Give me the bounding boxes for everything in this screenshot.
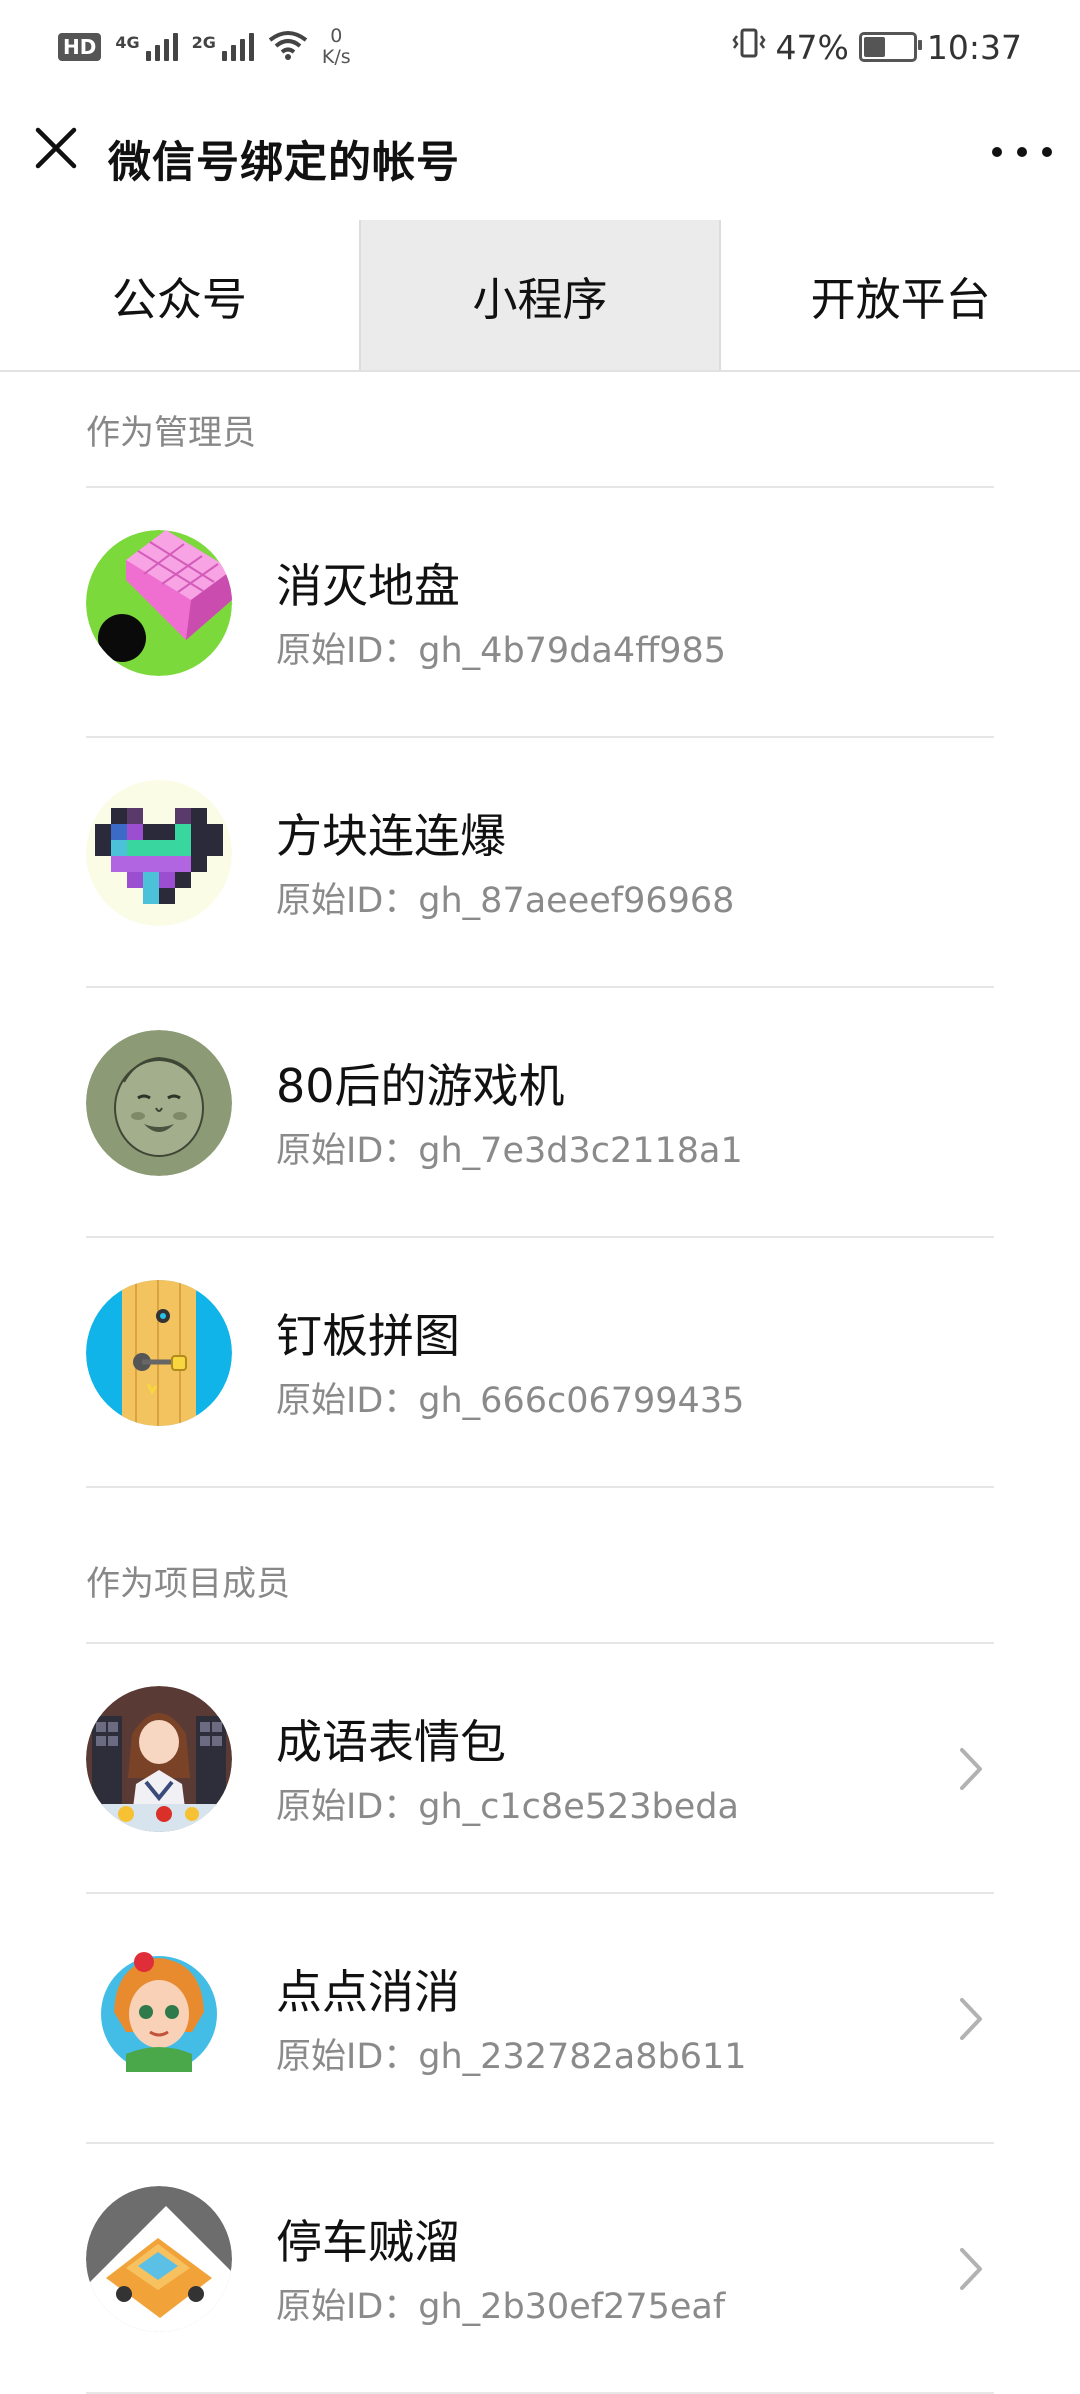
hd-badge: HD <box>58 33 102 61</box>
network-speed: 0 K/s <box>321 25 351 68</box>
item-original-id: 原始ID：gh_c1c8e523beda <box>276 1787 739 1827</box>
pink-cube-avatar-icon <box>86 530 232 676</box>
status-bar: HD 4G 2G 0 K/s 47% 10:37 <box>0 0 1080 92</box>
section-header-admin: 作为管理员 <box>86 372 994 488</box>
item-original-id: 原始ID：gh_2b30ef275eaf <box>276 2287 726 2327</box>
item-original-id: 原始ID：gh_87aeeef96968 <box>276 881 735 921</box>
item-original-id: 原始ID：gh_232782a8b611 <box>276 2037 747 2077</box>
clock: 10:37 <box>926 27 1022 67</box>
wood-board-avatar-icon <box>86 1280 232 1426</box>
status-left: HD 4G 2G 0 K/s <box>58 22 351 72</box>
battery-icon <box>858 32 922 62</box>
list-item[interactable]: 停车贼溜 原始ID：gh_2b30ef275eaf <box>86 2144 994 2394</box>
item-name: 方块连连爆 <box>276 809 506 863</box>
tab-open-platform[interactable]: 开放平台 <box>721 220 1080 370</box>
pixel-heart-avatar-icon <box>86 780 232 926</box>
item-original-id: 原始ID：gh_4b79da4ff985 <box>276 631 727 671</box>
baby-sketch-avatar-icon <box>86 1030 232 1176</box>
tab-mini-programs[interactable]: 小程序 <box>358 220 722 370</box>
list-item[interactable]: 方块连连爆 原始ID：gh_87aeeef96968 <box>86 738 994 988</box>
battery-percent: 47% <box>775 27 849 67</box>
vibrate-icon <box>731 26 766 68</box>
section-header-member: 作为项目成员 <box>86 1488 994 1644</box>
item-name: 成语表情包 <box>276 1715 506 1769</box>
item-original-id: 原始ID：gh_666c06799435 <box>276 1381 745 1421</box>
page-title: 微信号绑定的帐号 <box>108 138 460 188</box>
item-name: 80后的游戏机 <box>276 1059 565 1113</box>
close-button[interactable] <box>24 116 88 180</box>
list-item[interactable]: 80后的游戏机 原始ID：gh_7e3d3c2118a1 <box>86 988 994 1238</box>
item-name: 钉板拼图 <box>276 1309 460 1363</box>
tab-bar: 公众号 小程序 开放平台 <box>0 220 1080 372</box>
cartoon-girl-avatar-icon <box>86 1936 232 2082</box>
nav-header: 微信号绑定的帐号 <box>0 92 1080 220</box>
status-right: 47% 10:37 <box>731 22 1022 72</box>
anime-girl-avatar-icon <box>86 1686 232 1832</box>
list-item[interactable]: 点点消消 原始ID：gh_232782a8b611 <box>86 1894 994 2144</box>
more-button[interactable] <box>992 132 1052 172</box>
yellow-car-avatar-icon <box>86 2186 232 2332</box>
wifi-icon <box>268 30 308 64</box>
item-name: 消灭地盘 <box>276 559 460 613</box>
list-item[interactable]: 成语表情包 原始ID：gh_c1c8e523beda <box>86 1644 994 1894</box>
list-item[interactable]: 钉板拼图 原始ID：gh_666c06799435 <box>86 1238 994 1488</box>
close-icon <box>35 127 77 169</box>
account-list: 作为管理员 消灭地盘 原始ID：gh_4b79da4ff985 方块连连爆 原始… <box>0 372 1080 2394</box>
item-name: 停车贼溜 <box>276 2215 460 2269</box>
chevron-right-icon <box>960 2248 982 2290</box>
tab-official-accounts[interactable]: 公众号 <box>0 220 359 370</box>
chevron-right-icon <box>960 1748 982 1790</box>
battery-level <box>863 37 885 57</box>
signal-2g-icon: 2G <box>192 33 254 61</box>
signal-4g-icon: 4G <box>115 33 178 61</box>
more-dots-icon <box>992 147 1002 157</box>
list-item[interactable]: 消灭地盘 原始ID：gh_4b79da4ff985 <box>86 488 994 738</box>
chevron-right-icon <box>960 1998 982 2040</box>
item-name: 点点消消 <box>276 1965 460 2019</box>
item-original-id: 原始ID：gh_7e3d3c2118a1 <box>276 1131 743 1171</box>
